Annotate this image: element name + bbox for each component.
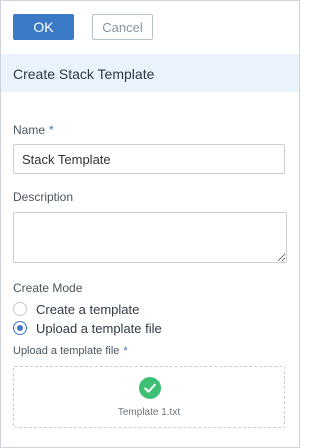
create-mode-label: Create Mode xyxy=(13,281,83,295)
name-label: Name * xyxy=(13,123,54,137)
uploaded-file-name: Template 1.txt xyxy=(117,407,181,418)
radio-upload-template-file[interactable]: Upload a template file xyxy=(13,319,162,337)
create-stack-template-panel: OK Cancel Create Stack Template Name* De… xyxy=(0,0,300,448)
radio-label: Upload a template file xyxy=(36,320,162,336)
page-title: Create Stack Template xyxy=(13,66,155,82)
radio-button[interactable] xyxy=(13,302,27,316)
description-input[interactable] xyxy=(13,212,287,263)
required-mark: * xyxy=(49,123,54,137)
radio-label: Create a template xyxy=(36,301,140,317)
upload-label-text: Upload a template file xyxy=(13,345,120,357)
toolbar: OK Cancel xyxy=(1,1,299,53)
radio-button-selected[interactable] xyxy=(13,321,27,335)
description-label: Description xyxy=(13,190,74,204)
name-input[interactable] xyxy=(13,144,285,174)
cancel-button[interactable]: Cancel xyxy=(92,14,153,40)
check-circle-icon xyxy=(139,377,161,399)
ok-button[interactable]: OK xyxy=(13,14,74,40)
required-mark: * xyxy=(123,345,128,357)
header-band: Create Stack Template xyxy=(1,54,299,92)
upload-label: Upload a template file * xyxy=(13,345,128,357)
radio-create-template[interactable]: Create a template xyxy=(13,300,139,318)
upload-dropzone[interactable]: Template 1.txt xyxy=(13,366,285,428)
name-label-text: Name xyxy=(13,123,46,137)
